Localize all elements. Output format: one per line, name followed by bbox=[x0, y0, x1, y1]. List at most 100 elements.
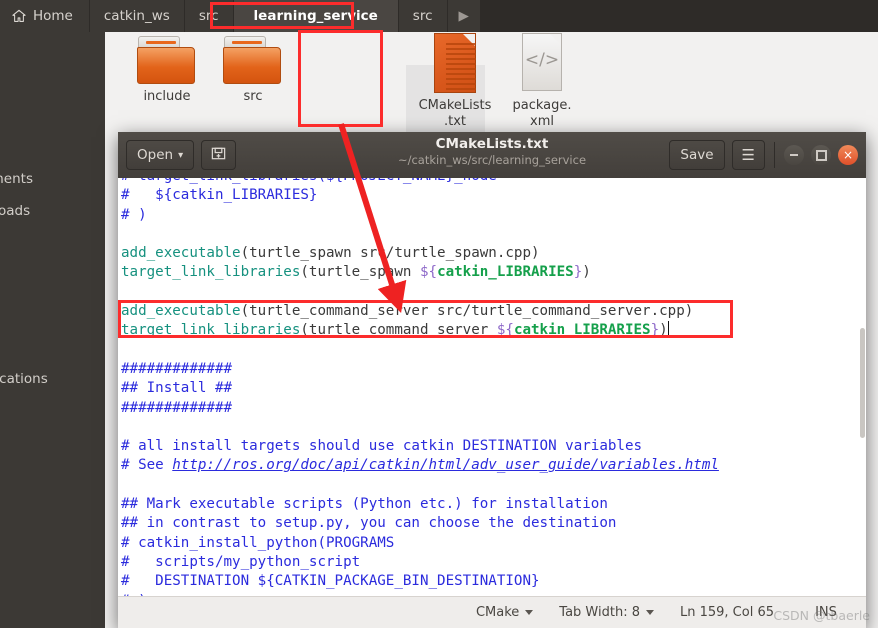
code-line: add_executable(turtle_spawn src/turtle_s… bbox=[121, 244, 719, 263]
chevron-down-icon bbox=[645, 610, 654, 615]
gedit-status-bar: CMake Tab Width: 8 Ln 159, Col 65 INS bbox=[118, 596, 866, 628]
home-icon bbox=[12, 9, 26, 23]
code-token: # See bbox=[121, 457, 173, 474]
sidebar-item-other-locations[interactable]: Other Locations bbox=[0, 371, 48, 387]
sidebar-item-documents[interactable]: Documents bbox=[0, 171, 33, 187]
code-editor-area[interactable]: # target_link_libraries(${PROJECT_NAME}_… bbox=[118, 178, 866, 596]
code-token: (turtle_spawn src/turtle_spawn.cpp) bbox=[240, 245, 540, 262]
sidebar-item-downloads[interactable]: Downloads bbox=[0, 203, 30, 219]
open-button[interactable]: Open ▾ bbox=[126, 140, 195, 170]
code-token: # scripts/my_python_script bbox=[121, 553, 361, 570]
header-divider bbox=[774, 142, 775, 168]
file-item-src[interactable]: src bbox=[206, 36, 300, 105]
language-label: CMake bbox=[475, 605, 520, 620]
chevron-down-icon: ▾ bbox=[178, 149, 184, 161]
code-line: # See http://ros.org/doc/api/catkin/html… bbox=[121, 456, 719, 475]
code-line: # catkin_install_python(PROGRAMS bbox=[121, 534, 719, 553]
code-token: ## in contrast to setup.py, you can choo… bbox=[121, 515, 617, 532]
code-token: # ) bbox=[121, 206, 147, 223]
chevron-down-icon bbox=[525, 610, 534, 615]
breadcrumb-item-src-2[interactable]: src bbox=[398, 0, 448, 32]
breadcrumb-next-icon[interactable]: ▶ bbox=[447, 0, 481, 32]
file-item-src-label: src bbox=[243, 89, 263, 104]
save-button-label: Save bbox=[680, 147, 714, 163]
code-token: } bbox=[650, 322, 660, 339]
maximize-button[interactable] bbox=[811, 145, 831, 165]
breadcrumb-label-catkin-ws: catkin_ws bbox=[103, 8, 170, 24]
editor-scrollbar-thumb[interactable] bbox=[860, 328, 865, 438]
code-token: target_link_libraries bbox=[121, 322, 301, 339]
code-token: ${ bbox=[496, 322, 514, 339]
tab-width-selector[interactable]: Tab Width: 8 bbox=[559, 605, 654, 620]
code-token: catkin_LIBRARIES bbox=[437, 264, 574, 281]
code-token: ) bbox=[582, 264, 591, 281]
code-token: # target_link_libraries(${PROJECT_NAME}_… bbox=[121, 178, 497, 184]
chevron-right-icon: ▶ bbox=[458, 8, 469, 24]
cursor-position-label: Ln 159, Col 65 bbox=[679, 605, 774, 620]
text-file-icon bbox=[428, 33, 482, 95]
places-sidebar: Documents Downloads Other Locations bbox=[0, 32, 106, 628]
close-button[interactable]: × bbox=[838, 145, 858, 165]
code-token: target_link_libraries bbox=[121, 264, 301, 281]
code-line: # scripts/my_python_script bbox=[121, 553, 719, 572]
file-item-package-xml-label-line1: package. bbox=[512, 98, 572, 113]
sidebar-item-downloads-label: Downloads bbox=[0, 203, 31, 219]
gedit-header-bar: Open ▾ CMakeLists.txt ~/catkin_ws/src/le… bbox=[118, 132, 866, 179]
sidebar-item-other-locations-label: Other Locations bbox=[0, 371, 48, 387]
save-as-button[interactable] bbox=[201, 140, 237, 170]
breadcrumb-item-catkin-ws[interactable]: catkin_ws bbox=[89, 0, 185, 32]
tab-width-label: Tab Width: 8 bbox=[559, 605, 640, 620]
code-line: target_link_libraries(turtle_command_ser… bbox=[121, 321, 719, 340]
code-token: http://ros.org/doc/api/catkin/html/adv_u… bbox=[172, 457, 719, 474]
code-token: ## Mark executable scripts (Python etc.)… bbox=[121, 496, 608, 513]
close-icon: × bbox=[842, 148, 854, 162]
file-item-package-xml-label-line2: xml bbox=[530, 114, 554, 129]
code-line: # all install targets should use catkin … bbox=[121, 437, 719, 456]
code-line: ## Mark executable scripts (Python etc.)… bbox=[121, 495, 719, 514]
code-token: (turtle_spawn bbox=[300, 264, 420, 281]
save-button[interactable]: Save bbox=[669, 140, 725, 170]
code-token: # DESTINATION ${CATKIN_PACKAGE_BIN_DESTI… bbox=[121, 573, 540, 590]
file-item-include[interactable]: include bbox=[120, 36, 214, 105]
breadcrumb-item-home[interactable]: Home bbox=[0, 0, 90, 32]
folder-icon bbox=[136, 36, 198, 86]
open-button-label: Open bbox=[137, 147, 174, 163]
code-token: ############# bbox=[121, 399, 233, 416]
code-token: # all install targets should use catkin … bbox=[121, 438, 643, 455]
source-code[interactable]: # target_link_libraries(${PROJECT_NAME}_… bbox=[121, 178, 719, 596]
text-cursor bbox=[667, 321, 669, 337]
file-item-cmakelists-label-line1: CMakeLists bbox=[418, 98, 492, 113]
code-token: ############# bbox=[121, 360, 233, 377]
code-token: (turtle_command_server src/turtle_comman… bbox=[240, 303, 694, 320]
folder-icon bbox=[222, 36, 284, 86]
minimize-button[interactable] bbox=[784, 145, 804, 165]
insert-mode[interactable]: INS bbox=[800, 605, 852, 620]
editor-scrollbar[interactable] bbox=[859, 178, 866, 596]
code-token: ${ bbox=[419, 264, 438, 281]
save-as-icon bbox=[210, 145, 227, 166]
hamburger-menu-button[interactable]: ☰ bbox=[731, 140, 765, 170]
insert-mode-label: INS bbox=[815, 605, 837, 620]
breadcrumb-label-learning-service: learning_service bbox=[253, 8, 378, 24]
breadcrumb-label-src-2: src bbox=[412, 8, 433, 24]
code-token: } bbox=[573, 264, 583, 281]
breadcrumb-label-src-1: src bbox=[198, 8, 219, 24]
xml-file-icon: </> bbox=[515, 33, 569, 95]
file-item-package-xml[interactable]: </> package. xml bbox=[495, 33, 589, 130]
breadcrumb-item-learning-service[interactable]: learning_service bbox=[233, 0, 399, 32]
file-item-include-label: include bbox=[143, 89, 191, 104]
gedit-window: Open ▾ CMakeLists.txt ~/catkin_ws/src/le… bbox=[118, 132, 866, 628]
breadcrumb: Home catkin_ws src learning_service src … bbox=[0, 0, 878, 32]
code-token: # catkin_install_python(PROGRAMS bbox=[121, 534, 395, 551]
breadcrumb-label-home: Home bbox=[33, 8, 73, 24]
code-token: catkin_LIBRARIES bbox=[513, 322, 651, 339]
file-item-cmakelists[interactable]: CMakeLists .txt bbox=[408, 33, 502, 130]
language-selector[interactable]: CMake bbox=[475, 605, 534, 620]
breadcrumb-item-src-1[interactable]: src bbox=[184, 0, 234, 32]
code-line: # target_link_libraries(${PROJECT_NAME}_… bbox=[121, 178, 719, 186]
code-line: # DESTINATION ${CATKIN_PACKAGE_BIN_DESTI… bbox=[121, 572, 719, 591]
code-line: # ) bbox=[121, 206, 719, 225]
gedit-header-right: Save ☰ × bbox=[669, 140, 858, 170]
breadcrumb-empty-space bbox=[480, 0, 878, 32]
